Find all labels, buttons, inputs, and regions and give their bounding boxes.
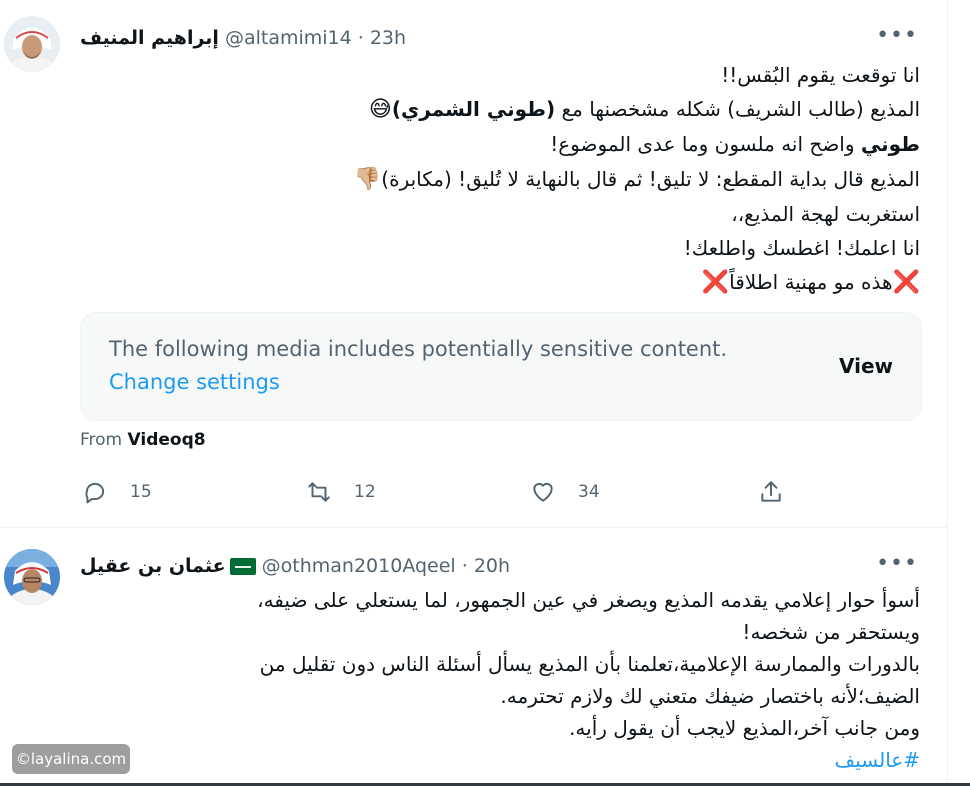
- tweet-line: انا توقعت يقوم البُقس!!: [721, 63, 920, 87]
- tweet[interactable]: إبراهيم المنيف @altamimi14 · 23h ••• انا…: [0, 0, 947, 528]
- timestamp[interactable]: 20h: [474, 555, 510, 577]
- media-source-link[interactable]: Videoq8: [128, 430, 206, 450]
- media-source: From Videoq8: [80, 430, 206, 450]
- more-options-icon[interactable]: •••: [876, 25, 918, 47]
- tweet-text: انا توقعت يقوم البُقس!! المذيع (طالب الش…: [80, 58, 920, 300]
- cross-mark-emoji: ❌: [701, 270, 730, 296]
- tweet[interactable]: عثمان بن عقيل @othman2010Aqeel · 20h •••…: [0, 529, 947, 786]
- tweet-line: ويستحقر من شخصه!: [742, 620, 920, 644]
- tweet-actions: 15 12 34: [80, 478, 800, 506]
- watermark: ©layalina.com: [12, 744, 130, 774]
- thumbs-down-emoji: 👎🏼: [353, 166, 382, 192]
- sensitive-media-text: The following media includes potentially…: [109, 337, 728, 361]
- reply-icon: [85, 482, 105, 504]
- more-options-icon[interactable]: •••: [876, 553, 918, 575]
- user-handle[interactable]: @altamimi14 · 23h: [225, 27, 406, 49]
- retweet-button[interactable]: 12: [306, 478, 376, 506]
- share-icon: [761, 481, 781, 502]
- like-count: 34: [578, 482, 600, 502]
- user-handle[interactable]: @othman2010Aqeel · 20h: [262, 555, 510, 577]
- saudi-flag-icon: [229, 557, 256, 575]
- tweet-header: إبراهيم المنيف @altamimi14 · 23h •••: [80, 24, 920, 52]
- tweet-line: استغربت لهجة المذيع،،: [731, 201, 920, 226]
- share-button[interactable]: [758, 478, 784, 506]
- avatar[interactable]: [4, 549, 60, 605]
- tweet-line: ومن جانب آخر،المذيع لايجب أن يقول رأيه.: [569, 716, 920, 740]
- view-media-button[interactable]: View: [839, 354, 893, 378]
- sensitive-media-warning: The following media includes potentially…: [80, 312, 922, 421]
- retweet-count: 12: [354, 482, 376, 502]
- tweet-line: انا اعلمك! اغطسك واطلعك!: [683, 236, 920, 261]
- scroll-gutter: [949, 0, 970, 786]
- like-button[interactable]: 34: [530, 478, 600, 506]
- display-name[interactable]: إبراهيم المنيف: [80, 27, 219, 49]
- reply-button[interactable]: 15: [82, 478, 152, 506]
- tweet-line: الضيف؛لأنه باختصار ضيفك متعني لك ولازم ت…: [500, 684, 920, 708]
- avatar[interactable]: [4, 16, 60, 72]
- cross-mark-emoji: ❌: [892, 270, 920, 296]
- tweet-line: بالدورات والممارسة الإعلامية،تعلمنا بأن …: [259, 652, 920, 676]
- change-settings-link[interactable]: Change settings: [109, 370, 280, 394]
- timeline: إبراهيم المنيف @altamimi14 · 23h ••• انا…: [0, 0, 948, 786]
- display-name[interactable]: عثمان بن عقيل: [80, 555, 226, 577]
- reply-count: 15: [130, 482, 152, 502]
- tweet-text: أسوأ حوار إعلامي يقدمه المذيع ويصغر في ع…: [120, 584, 920, 776]
- tweet-line: المذيع قال بداية المقطع: لا تليق! ثم قال…: [353, 166, 920, 192]
- tweet-line: أسوأ حوار إعلامي يقدمه المذيع ويصغر في ع…: [257, 588, 920, 612]
- tweet-line: المذيع (طالب الشريف) شكله مشخصنها مع (طو…: [368, 97, 920, 123]
- hashtag-link[interactable]: #عالسيف: [120, 744, 920, 776]
- tweet-header: عثمان بن عقيل @othman2010Aqeel · 20h •••: [80, 552, 920, 580]
- sweat-smile-emoji: 😅: [368, 97, 392, 123]
- heart-icon: [533, 482, 553, 502]
- tweet-line: ❌هذه مو مهنية اطلاقاً❌: [701, 270, 920, 296]
- retweet-icon: [308, 482, 330, 502]
- timestamp[interactable]: 23h: [370, 27, 406, 49]
- tweet-line: طوني واضح انه ملسون وما عدى الموضوع!: [550, 132, 920, 157]
